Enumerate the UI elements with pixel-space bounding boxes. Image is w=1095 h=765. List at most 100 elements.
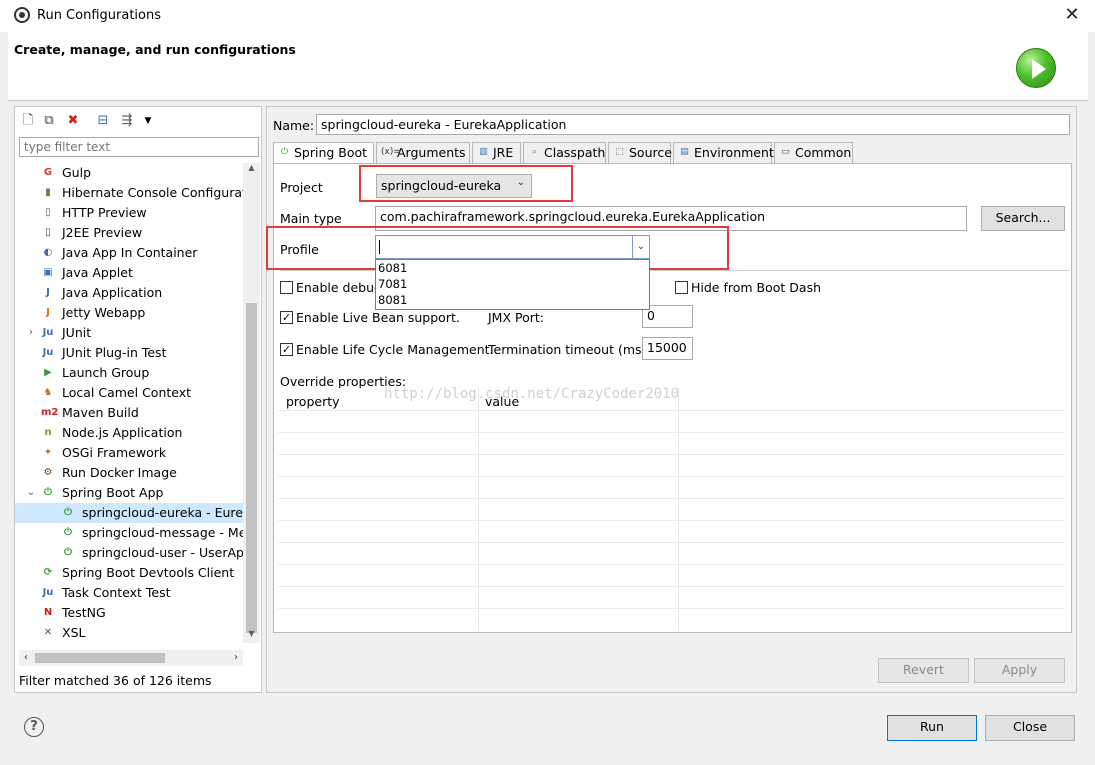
scroll-left-icon[interactable]: ‹	[19, 650, 33, 666]
profile-option[interactable]: 7081	[378, 277, 407, 291]
tab-spring-boot[interactable]: ⏻ Spring Boot	[273, 142, 374, 164]
profile-option[interactable]: 8081	[378, 293, 407, 307]
tree-horizontal-scrollbar[interactable]: ‹ ›	[19, 650, 243, 666]
tree-item-label: Java Applet	[62, 265, 133, 280]
tab-label: Environment	[694, 145, 774, 160]
tab-arguments[interactable]: (x)= Arguments	[376, 142, 470, 163]
row-divider	[278, 476, 1065, 477]
termination-timeout-label: Termination timeout (ms):	[488, 342, 651, 357]
tree-item[interactable]: ▯ J2EE Preview	[15, 223, 243, 243]
tree-item[interactable]: ◐ Java App In Container	[15, 243, 243, 263]
enable-live-bean-checkbox[interactable]: ✓	[280, 311, 293, 324]
tree-item[interactable]: ⏻ springcloud-user - UserApplication	[15, 543, 243, 563]
chevron-right-icon[interactable]: ›	[25, 323, 37, 343]
config-tabs: ⏻ Spring Boot (x)= Arguments ▥ JRE ⌕ Classpath ⬚…	[273, 142, 1073, 164]
enable-debug-checkbox[interactable]	[280, 281, 293, 294]
tab-label: Spring Boot	[294, 145, 368, 160]
tree-vertical-scrollbar[interactable]: ▲ ▼	[243, 163, 260, 643]
tree-item-label: Task Context Test	[62, 585, 171, 600]
config-type-icon: ▯	[45, 227, 51, 238]
hscroll-thumb[interactable]	[35, 653, 165, 663]
tab-source[interactable]: ⬚ Source	[608, 142, 672, 163]
view-menu-chevron-down-icon[interactable]: ▼	[139, 112, 157, 130]
tree-item[interactable]: ⌄ ⏻ Spring Boot App	[15, 483, 243, 503]
tree-item[interactable]: ▮ Hibernate Console Configuration	[15, 183, 243, 203]
apply-button[interactable]: Apply	[974, 658, 1065, 683]
tree-item[interactable]: Ju JUnit Plug-in Test	[15, 343, 243, 363]
tree-item[interactable]: ⚙ Run Docker Image	[15, 463, 243, 483]
config-type-icon: ⏻	[44, 487, 52, 498]
tree-item-label: springcloud-message - MessageApplication	[82, 525, 243, 540]
tab-common[interactable]: ▭ Common	[774, 142, 853, 163]
configuration-tree: G Gulp ▮ Hibernate Console Configuration ▯ HT…	[15, 163, 243, 643]
enable-live-bean-label: Enable Live Bean support.	[296, 310, 460, 325]
config-type-icon: Ju	[42, 347, 54, 358]
duplicate-config-icon[interactable]: ⧉	[40, 112, 58, 130]
tree-item[interactable]: N TestNG	[15, 603, 243, 623]
tree-item[interactable]: J Java Application	[15, 283, 243, 303]
close-window-button[interactable]: ✕	[1058, 3, 1086, 27]
search-button[interactable]: Search...	[981, 206, 1065, 231]
tree-item[interactable]: ▣ Java Applet	[15, 263, 243, 283]
tree-item[interactable]: J Jetty Webapp	[15, 303, 243, 323]
config-type-icon: ⚙	[43, 467, 53, 478]
close-button[interactable]: Close	[985, 715, 1075, 741]
tree-item-label: Java App In Container	[62, 245, 198, 260]
run-button[interactable]: Run	[887, 715, 977, 741]
tree-item[interactable]: ⟳ Spring Boot Devtools Client	[15, 563, 243, 583]
config-type-icon: ▯	[45, 207, 51, 218]
tree-item-label: Java Application	[62, 285, 163, 300]
tree-item-label: Local Camel Context	[62, 385, 192, 400]
enable-lifecycle-label: Enable Life Cycle Management.	[296, 342, 494, 357]
tab-classpath[interactable]: ⌕ Classpath	[523, 142, 606, 163]
tree-item[interactable]: ⏻ springcloud-eureka - EurekaApplication	[15, 503, 243, 523]
tab-environment[interactable]: ▤ Environment	[673, 142, 774, 163]
chevron-down-icon[interactable]: ⌄	[25, 483, 37, 503]
profile-option[interactable]: 6081	[378, 261, 407, 275]
tree-item[interactable]: G Gulp	[15, 163, 243, 183]
tree-item[interactable]: m2 Maven Build	[15, 403, 243, 423]
revert-button[interactable]: Revert	[878, 658, 969, 683]
delete-config-icon[interactable]: ✖	[64, 112, 82, 130]
project-label: Project	[280, 180, 323, 195]
tree-item[interactable]: ▶ Launch Group	[15, 363, 243, 383]
tree-item[interactable]: › Ju JUnit	[15, 323, 243, 343]
row-divider	[278, 432, 1065, 433]
override-properties-table[interactable]: property value	[278, 388, 1065, 631]
column-divider	[478, 388, 479, 631]
config-type-icon: Ju	[42, 327, 54, 338]
config-type-icon: ▮	[45, 187, 51, 198]
column-header-property[interactable]: property	[286, 394, 340, 409]
hide-boot-dash-checkbox[interactable]	[675, 281, 688, 294]
main-type-label: Main type	[280, 211, 342, 226]
termination-timeout-field[interactable]: 15000	[642, 337, 693, 360]
tab-icon: ▤	[680, 147, 689, 157]
tab-jre[interactable]: ▥ JRE	[472, 142, 521, 163]
filter-input[interactable]	[19, 137, 259, 157]
scroll-down-icon[interactable]: ▼	[243, 629, 260, 643]
scroll-up-icon[interactable]: ▲	[243, 163, 260, 177]
tree-item[interactable]: n Node.js Application	[15, 423, 243, 443]
scroll-thumb[interactable]	[246, 303, 257, 633]
filter-configs-icon[interactable]: ⇶	[118, 112, 136, 130]
profile-dropdown-list: 6081 7081 8081	[375, 259, 650, 310]
tree-item[interactable]: ⏻ springcloud-message - MessageApplicatio…	[15, 523, 243, 543]
watermark-text: http://blog.csdn.net/CrazyCoder2010	[384, 386, 680, 402]
tree-item[interactable]: ✦ OSGi Framework	[15, 443, 243, 463]
tree-item[interactable]: ♞ Local Camel Context	[15, 383, 243, 403]
row-divider	[278, 586, 1065, 587]
tree-item[interactable]: Ju Task Context Test	[15, 583, 243, 603]
new-config-icon[interactable]: 🗋	[19, 112, 37, 130]
spring-boot-tab-body: Project springcloud-eureka ⌄ Main type c…	[266, 163, 1072, 633]
tree-item-label: Launch Group	[62, 365, 150, 380]
name-field[interactable]: springcloud-eureka - EurekaApplication	[316, 114, 1070, 135]
window-title: Run Configurations	[37, 8, 161, 23]
collapse-all-icon[interactable]: ⊟	[94, 112, 112, 130]
tree-item[interactable]: ✕ XSL	[15, 623, 243, 643]
enable-debug-label: Enable debug	[296, 280, 382, 295]
tree-item-label: Gulp	[62, 165, 92, 180]
tree-item[interactable]: ▯ HTTP Preview	[15, 203, 243, 223]
scroll-right-icon[interactable]: ›	[229, 650, 243, 666]
help-icon[interactable]: ?	[24, 717, 44, 737]
enable-lifecycle-checkbox[interactable]: ✓	[280, 343, 293, 356]
